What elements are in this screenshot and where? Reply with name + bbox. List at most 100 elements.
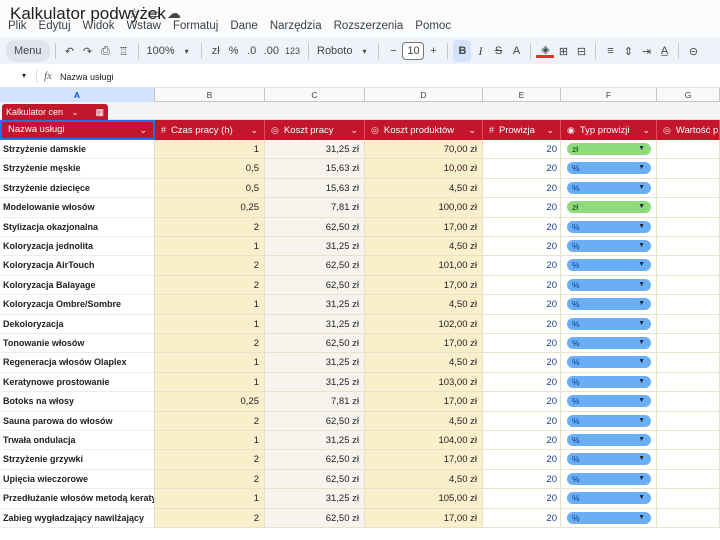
text-wrap-icon[interactable]: ⇥: [637, 40, 655, 62]
cell-product-cost[interactable]: 100,00 zł: [365, 198, 483, 218]
cell-work-time[interactable]: 1: [155, 314, 265, 334]
decrease-font-size-button[interactable]: −: [384, 40, 402, 62]
cell-commission-type[interactable]: % ▼: [561, 431, 657, 451]
chevron-down-icon[interactable]: ⌄: [72, 108, 79, 117]
cell-value[interactable]: [657, 140, 720, 160]
cell-work-time[interactable]: 1: [155, 237, 265, 257]
cell-commission-type[interactable]: % ▼: [561, 275, 657, 296]
cell-commission[interactable]: 20: [483, 159, 561, 179]
cell-value[interactable]: [657, 334, 720, 354]
cell-labor-cost[interactable]: 31,25 zł: [265, 237, 365, 257]
cell-service-name[interactable]: Koloryzacja AirTouch: [0, 256, 155, 276]
cell-product-cost[interactable]: 4,50 zł: [365, 237, 483, 257]
dropdown-arrow-icon[interactable]: ▼: [638, 240, 645, 252]
cell-work-time[interactable]: 2: [155, 450, 265, 470]
cell-commission[interactable]: 20: [483, 469, 561, 490]
dropdown-arrow-icon[interactable]: ▼: [638, 356, 645, 368]
cell-product-cost[interactable]: 10,00 zł: [365, 159, 483, 179]
cell-product-cost[interactable]: 17,00 zł: [365, 450, 483, 470]
header-commission[interactable]: # Prowizja ⌄: [483, 120, 561, 140]
cell-value[interactable]: [657, 198, 720, 218]
header-labor-cost[interactable]: ◎ Koszt pracy ⌄: [265, 120, 365, 140]
commission-type-dropdown[interactable]: zł ▼: [567, 143, 651, 155]
cell-labor-cost[interactable]: 62,50 zł: [265, 411, 365, 431]
cell-value[interactable]: [657, 392, 720, 412]
column-header-f[interactable]: F: [561, 88, 657, 102]
cell-work-time[interactable]: 1: [155, 431, 265, 451]
header-work-time[interactable]: # Czas pracy (h) ⌄: [155, 120, 265, 140]
bold-button[interactable]: B: [453, 40, 472, 62]
undo-icon[interactable]: ↶: [61, 40, 79, 62]
commission-type-dropdown[interactable]: % ▼: [567, 511, 651, 524]
decrease-decimal-button[interactable]: .0: [243, 40, 261, 62]
cell-value[interactable]: [657, 372, 720, 393]
cell-work-time[interactable]: 2: [155, 508, 265, 528]
chevron-down-icon[interactable]: ▾: [178, 40, 196, 62]
horizontal-align-icon[interactable]: ≡: [601, 40, 619, 62]
commission-type-dropdown[interactable]: % ▼: [567, 375, 651, 388]
menu-item-extensions[interactable]: Rozszerzenia: [334, 20, 404, 36]
cell-service-name[interactable]: Tonowanie włosów: [0, 334, 155, 354]
cell-commission[interactable]: 20: [483, 372, 561, 393]
cell-value[interactable]: [657, 469, 720, 490]
cell-work-time[interactable]: 0,5: [155, 159, 265, 179]
cell-product-cost[interactable]: 4,50 zł: [365, 178, 483, 199]
cell-commission-type[interactable]: % ▼: [561, 489, 657, 509]
cell-work-time[interactable]: 1: [155, 489, 265, 509]
cell-value[interactable]: [657, 489, 720, 509]
cell-service-name[interactable]: Koloryzacja jednolita: [0, 237, 155, 257]
cell-value[interactable]: [657, 159, 720, 179]
chevron-down-icon[interactable]: ⌄: [468, 120, 476, 140]
menu-item-help[interactable]: Pomoc: [415, 20, 451, 36]
cell-commission[interactable]: 20: [483, 275, 561, 296]
cell-product-cost[interactable]: 4,50 zł: [365, 469, 483, 490]
cell-product-cost[interactable]: 17,00 zł: [365, 275, 483, 296]
cell-service-name[interactable]: Modelowanie włosów: [0, 198, 155, 218]
menu-item-view[interactable]: Widok: [83, 20, 115, 36]
cell-work-time[interactable]: 2: [155, 411, 265, 431]
commission-type-dropdown[interactable]: % ▼: [567, 492, 651, 505]
menu-item-edit[interactable]: Edytuj: [39, 20, 71, 36]
dropdown-arrow-icon[interactable]: ▼: [638, 395, 645, 407]
dropdown-arrow-icon[interactable]: ▼: [638, 143, 645, 155]
cell-labor-cost[interactable]: 62,50 zł: [265, 469, 365, 490]
cell-commission[interactable]: 20: [483, 431, 561, 451]
cell-commission-type[interactable]: % ▼: [561, 295, 657, 315]
cell-product-cost[interactable]: 102,00 zł: [365, 314, 483, 334]
cell-service-name[interactable]: Przedłużanie włosów metodą keratynową: [0, 489, 155, 509]
cell-value[interactable]: [657, 314, 720, 334]
table-name-tab[interactable]: Kalkulator cen ⌄ ▦: [2, 104, 108, 120]
borders-icon[interactable]: ⊞: [554, 40, 572, 62]
cell-labor-cost[interactable]: 62,50 zł: [265, 256, 365, 276]
zoom-select[interactable]: 100%: [144, 40, 178, 62]
cell-commission-type[interactable]: % ▼: [561, 334, 657, 354]
cell-value[interactable]: [657, 237, 720, 257]
cell-service-name[interactable]: Sauna parowa do włosów: [0, 411, 155, 431]
cell-work-time[interactable]: 0,25: [155, 392, 265, 412]
cell-product-cost[interactable]: 4,50 zł: [365, 411, 483, 431]
cell-labor-cost[interactable]: 62,50 zł: [265, 275, 365, 296]
strikethrough-button[interactable]: S: [489, 40, 507, 62]
commission-type-dropdown[interactable]: % ▼: [567, 162, 651, 175]
cell-labor-cost[interactable]: 62,50 zł: [265, 508, 365, 528]
cell-labor-cost[interactable]: 31,25 zł: [265, 431, 365, 451]
dropdown-arrow-icon[interactable]: ▼: [638, 298, 645, 310]
cell-value[interactable]: [657, 431, 720, 451]
column-header-c[interactable]: C: [265, 88, 365, 102]
table-grid-icon[interactable]: ▦: [95, 104, 104, 120]
cell-service-name[interactable]: Koloryzacja Ombre/Sombre: [0, 295, 155, 315]
commission-type-dropdown[interactable]: % ▼: [567, 434, 651, 446]
chevron-down-icon[interactable]: ⌄: [642, 120, 650, 140]
commission-type-dropdown[interactable]: % ▼: [567, 414, 651, 427]
cell-commission[interactable]: 20: [483, 489, 561, 509]
commission-type-dropdown[interactable]: % ▼: [567, 395, 651, 408]
fill-color-icon[interactable]: ◈: [536, 44, 555, 58]
cell-labor-cost[interactable]: 62,50 zł: [265, 334, 365, 354]
cell-labor-cost[interactable]: 7,81 zł: [265, 198, 365, 218]
header-value[interactable]: ◎ Wartość p: [657, 120, 720, 140]
cell-product-cost[interactable]: 104,00 zł: [365, 431, 483, 451]
cell-labor-cost[interactable]: 31,25 zł: [265, 295, 365, 315]
commission-type-dropdown[interactable]: zł ▼: [567, 201, 651, 214]
paint-format-icon[interactable]: ♖: [115, 40, 133, 62]
cell-commission[interactable]: 20: [483, 334, 561, 354]
